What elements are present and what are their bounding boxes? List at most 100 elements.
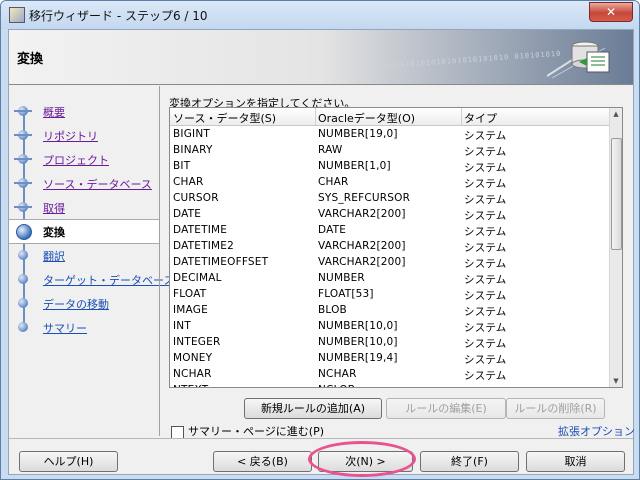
table-cell: システム xyxy=(464,274,507,286)
scroll-up-icon[interactable]: ▲ xyxy=(610,108,622,120)
table-cell: MONEY xyxy=(173,352,213,364)
table-cell: INT xyxy=(173,320,191,332)
table-cell: CURSOR xyxy=(173,192,219,204)
app-icon xyxy=(9,7,25,23)
table-cell: CHAR xyxy=(318,176,349,188)
table-cell: FLOAT xyxy=(173,288,207,300)
nav-item-label: リポジトリ xyxy=(43,130,98,143)
scroll-down-icon[interactable]: ▼ xyxy=(610,375,622,387)
table-cell: NCHAR xyxy=(173,368,212,380)
finish-button[interactable]: 終了(F) xyxy=(420,451,519,472)
table-cell: INTEGER xyxy=(173,336,221,348)
table-row[interactable]: INT NUMBER[10,0] システム xyxy=(170,318,610,334)
nav-item-label: 翻訳 xyxy=(43,250,65,263)
table-cell: NCLOB xyxy=(318,384,355,387)
wizard-steps-nav: 概要 リポジトリ プロジェクト ソース・データベース 取得 変換 翻訳 ターゲッ… xyxy=(9,100,174,340)
table-row[interactable]: DECIMAL NUMBER システム xyxy=(170,270,610,286)
table-cell: NUMBER[10,0] xyxy=(318,320,398,332)
nav-item-summary[interactable]: サマリー xyxy=(9,316,159,339)
table-row[interactable]: NCHAR NCHAR システム xyxy=(170,366,610,382)
window-title: 移行ウィザード - ステップ6 / 10 xyxy=(29,9,208,23)
table-row[interactable]: BIGINT NUMBER[19,0] システム xyxy=(170,126,610,142)
add-rule-button[interactable]: 新規ルールの追加(A) xyxy=(244,398,382,419)
summary-checkbox[interactable] xyxy=(171,425,184,439)
nav-item-convert[interactable]: 変換 xyxy=(9,219,159,244)
table-row[interactable]: INTEGER NUMBER[10,0] システム xyxy=(170,334,610,350)
table-cell: DATETIMEOFFSET xyxy=(173,256,269,268)
step-done-icon xyxy=(14,130,32,140)
table-row[interactable]: DATE VARCHAR2[200] システム xyxy=(170,206,610,222)
table-row[interactable]: CURSOR SYS_REFCURSOR システム xyxy=(170,190,610,206)
wizard-window: 移行ウィザード - ステップ6 / 10 ✕ 変換 01010101010101… xyxy=(0,0,640,480)
table-row[interactable]: DATETIME DATE システム xyxy=(170,222,610,238)
back-button[interactable]: < 戻る(B) xyxy=(213,451,312,472)
table-row[interactable]: FLOAT FLOAT[53] システム xyxy=(170,286,610,302)
table-cell: システム xyxy=(464,306,507,318)
table-cell: DECIMAL xyxy=(173,272,222,284)
nav-item-label: データの移動 xyxy=(43,298,109,311)
nav-item-project[interactable]: プロジェクト xyxy=(9,148,159,171)
column-header-type[interactable]: タイプ xyxy=(464,110,497,126)
table-cell: BIT xyxy=(173,160,191,172)
step-pending-icon xyxy=(18,250,28,260)
nav-item-translate[interactable]: 翻訳 xyxy=(9,244,159,267)
table-cell: システム xyxy=(464,146,507,158)
table-cell: システム xyxy=(464,226,507,238)
step-pending-icon xyxy=(18,274,28,284)
table-row[interactable]: CHAR CHAR システム xyxy=(170,174,610,190)
column-separator[interactable] xyxy=(461,108,462,125)
table-row[interactable]: NTEXT NCLOB システム xyxy=(170,382,610,387)
table-cell: NUMBER[10,0] xyxy=(318,336,398,348)
table-cell: BINARY xyxy=(173,144,213,156)
table-cell: システム xyxy=(464,178,507,190)
column-separator[interactable] xyxy=(315,108,316,125)
table-row[interactable]: MONEY NUMBER[19,4] システム xyxy=(170,350,610,366)
banner-binary-decoration: 0101010101010101010101010 010101010 xyxy=(378,49,562,71)
step-pending-icon xyxy=(18,298,28,308)
table-row[interactable]: DATETIME2 VARCHAR2[200] システム xyxy=(170,238,610,254)
edit-rule-button[interactable]: ルールの編集(E) xyxy=(386,398,506,419)
table-row[interactable]: DATETIMEOFFSET VARCHAR2[200] システム xyxy=(170,254,610,270)
nav-item-repository[interactable]: リポジトリ xyxy=(9,124,159,147)
nav-item-overview[interactable]: 概要 xyxy=(9,100,159,123)
table-body: BIGINT NUMBER[19,0] システム BINARY RAW システム BIT NU… xyxy=(170,126,610,387)
table-cell: システム xyxy=(464,242,507,254)
table-cell: システム xyxy=(464,210,507,222)
table-cell: DATE xyxy=(173,208,202,220)
nav-item-target-database[interactable]: ターゲット・データベース xyxy=(9,268,174,291)
table-cell: NUMBER[19,0] xyxy=(318,128,398,140)
next-button-highlight-annotation xyxy=(308,441,416,477)
extended-options-link[interactable]: 拡張オプション xyxy=(558,423,635,439)
delete-rule-button[interactable]: ルールの削除(R) xyxy=(506,398,605,419)
table-cell: BLOB xyxy=(318,304,347,316)
table-cell: BIGINT xyxy=(173,128,211,140)
nav-item-capture[interactable]: 取得 xyxy=(9,196,159,219)
footer-separator xyxy=(9,438,633,439)
summary-checkbox-row[interactable]: サマリー・ページに進む(P) xyxy=(171,423,324,439)
cancel-button[interactable]: 取消 xyxy=(526,451,625,472)
header-banner: 変換 0101010101010101010101010 010101010 xyxy=(9,30,633,85)
table-cell: IMAGE xyxy=(173,304,208,316)
nav-divider xyxy=(159,86,160,436)
step-pending-icon xyxy=(18,322,28,332)
page-title: 変換 xyxy=(17,52,44,67)
conversion-table: ソース・データ型(S) Oracleデータ型(O) タイプ BIGINT NUMB… xyxy=(169,107,623,388)
table-cell: システム xyxy=(464,258,507,270)
step-done-icon xyxy=(14,106,32,116)
nav-item-label: ターゲット・データベース xyxy=(43,274,175,287)
table-row[interactable]: IMAGE BLOB システム xyxy=(170,302,610,318)
column-header-oracle-type[interactable]: Oracleデータ型(O) xyxy=(318,110,415,126)
wizard-client-area: 変換 0101010101010101010101010 010101010 概… xyxy=(8,29,635,475)
vertical-scrollbar[interactable]: ▲ ▼ xyxy=(609,108,622,387)
table-cell: CHAR xyxy=(173,176,204,188)
nav-item-source-database[interactable]: ソース・データベース xyxy=(9,172,159,195)
scrollbar-thumb[interactable] xyxy=(611,138,622,250)
close-button[interactable]: ✕ xyxy=(589,2,633,22)
column-header-source-type[interactable]: ソース・データ型(S) xyxy=(173,110,276,126)
nav-item-data-move[interactable]: データの移動 xyxy=(9,292,159,315)
summary-checkbox-label: サマリー・ページに進む(P) xyxy=(188,425,324,438)
table-row[interactable]: BINARY RAW システム xyxy=(170,142,610,158)
help-button[interactable]: ヘルプ(H) xyxy=(19,451,118,472)
table-row[interactable]: BIT NUMBER[1,0] システム xyxy=(170,158,610,174)
table-cell: NUMBER[19,4] xyxy=(318,352,398,364)
